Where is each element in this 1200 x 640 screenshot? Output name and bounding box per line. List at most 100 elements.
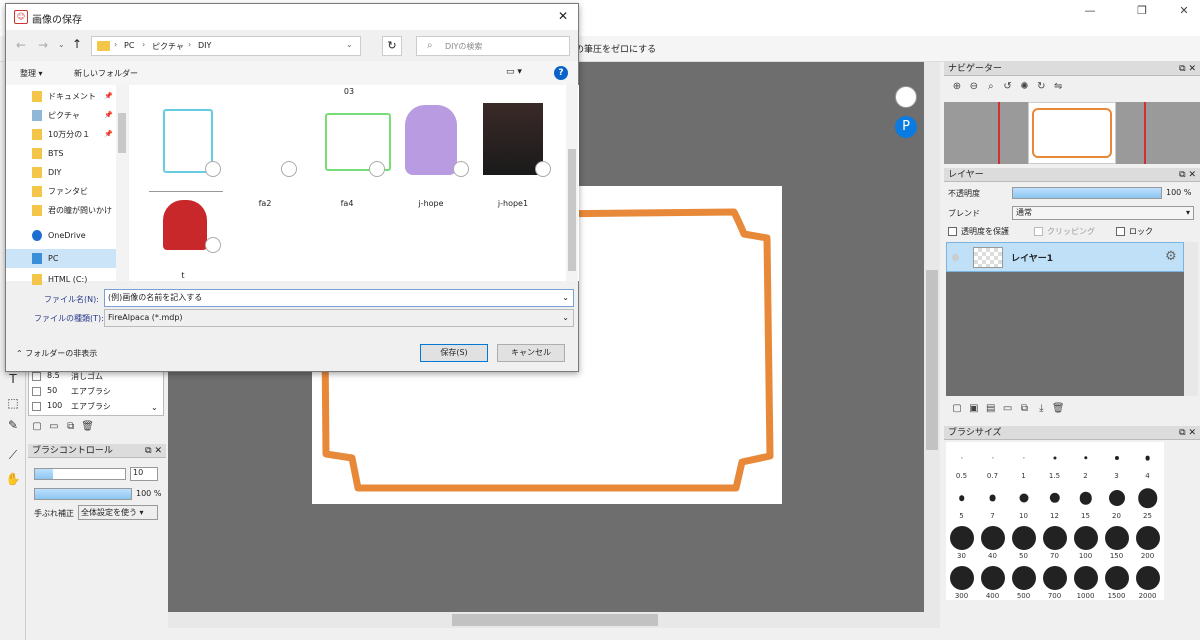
- up-icon[interactable]: ↑: [72, 37, 82, 51]
- brush-size-cell[interactable]: 400: [977, 562, 1008, 601]
- zoom-out-icon[interactable]: ⊖: [967, 80, 981, 94]
- chevron-down-icon[interactable]: ⌄: [346, 40, 353, 49]
- brush-size-cell[interactable]: 150: [1101, 522, 1132, 561]
- brush-size-cell[interactable]: 25: [1132, 482, 1163, 521]
- brush-list-item[interactable]: 100 エアブラシ: [29, 400, 149, 414]
- lock-checkbox[interactable]: [1116, 227, 1125, 236]
- brush-size-cell[interactable]: 3: [1101, 442, 1132, 481]
- brush-size-cell[interactable]: 0.7: [977, 442, 1008, 481]
- duplicate-layer-icon[interactable]: ⧉: [1018, 402, 1032, 416]
- brush-size-cell[interactable]: 1500: [1101, 562, 1132, 601]
- brush-size-cell[interactable]: 2000: [1132, 562, 1163, 601]
- refresh-icon[interactable]: ↻: [382, 36, 402, 56]
- protect-alpha-checkbox[interactable]: [948, 227, 957, 236]
- file-item[interactable]: fa1: [143, 103, 223, 208]
- forward-icon[interactable]: →: [38, 38, 48, 52]
- brush-size-cell[interactable]: 70: [1039, 522, 1070, 561]
- sidebar-item[interactable]: HTML (C:): [6, 270, 116, 289]
- zoom-in-icon[interactable]: ⊕: [950, 80, 964, 94]
- flip-icon[interactable]: ⇋: [1051, 80, 1065, 94]
- brush-size-cell[interactable]: 10: [1008, 482, 1039, 521]
- brush-size-cell[interactable]: 7: [977, 482, 1008, 521]
- brush-list-item[interactable]: 50 エアブラシ: [29, 385, 149, 399]
- text-tool-icon[interactable]: T: [5, 372, 21, 388]
- sidebar-item[interactable]: ファンタビ: [6, 182, 116, 201]
- visibility-icon[interactable]: [952, 254, 959, 261]
- rotate-reset-icon[interactable]: ✺: [1018, 80, 1032, 94]
- search-input[interactable]: ⌕ DIYの検索: [416, 36, 570, 56]
- stabilizer-select[interactable]: 全体設定を使う ▾: [78, 505, 158, 520]
- layer-opacity-slider[interactable]: [1012, 187, 1162, 199]
- organize-button[interactable]: 整理 ▾: [20, 68, 43, 79]
- help-icon[interactable]: ?: [554, 66, 568, 80]
- breadcrumb-item[interactable]: DIY: [198, 41, 211, 50]
- brush-size-cell[interactable]: 0.5: [946, 442, 977, 481]
- eyedropper-icon[interactable]: ✎: [5, 418, 21, 434]
- zoom-fit-icon[interactable]: ⌕: [984, 80, 998, 94]
- sidebar-item[interactable]: ドキュメント 📌: [6, 87, 116, 106]
- sidebar-item[interactable]: OneDrive: [6, 226, 116, 245]
- brush-size-cell[interactable]: 2: [1070, 442, 1101, 481]
- new-8bit-layer-icon[interactable]: ▣: [967, 402, 981, 416]
- hide-folders-button[interactable]: ⌃ フォルダーの非表示: [16, 348, 97, 359]
- brush-size-cell[interactable]: 500: [1008, 562, 1039, 601]
- brush-opacity-slider[interactable]: [34, 488, 132, 500]
- filetype-select[interactable]: FireAlpaca (*.mdp) ⌄: [104, 309, 574, 327]
- chevron-down-icon[interactable]: ⌄: [151, 403, 158, 412]
- blend-select[interactable]: 通常 ▾: [1012, 206, 1194, 220]
- alpaca-avatar-icon[interactable]: [895, 86, 917, 108]
- brush-size-cell[interactable]: 4: [1132, 442, 1163, 481]
- chevron-down-icon[interactable]: ⌄: [58, 40, 65, 49]
- file-item[interactable]: t: [143, 189, 223, 289]
- trash-icon[interactable]: 🗑: [1051, 402, 1065, 416]
- brush-size-cell[interactable]: 15: [1070, 482, 1101, 521]
- horizontal-scroll-thumb[interactable]: [452, 614, 658, 626]
- new-folder-button[interactable]: 新しいフォルダー: [74, 68, 138, 79]
- sidebar-item[interactable]: 君の瞳が問いかけ: [6, 201, 116, 220]
- maximize-icon[interactable]: ❐: [1134, 4, 1150, 20]
- file-item[interactable]: fa2: [225, 103, 305, 208]
- navigator-preview[interactable]: [944, 102, 1200, 164]
- brush-size-cell[interactable]: 20: [1101, 482, 1132, 521]
- brush-size-cell[interactable]: 1.5: [1039, 442, 1070, 481]
- sidebar-item[interactable]: DIY: [6, 163, 116, 182]
- breadcrumb-item[interactable]: ピクチャ: [152, 41, 184, 52]
- brush-size-cell[interactable]: 30: [946, 522, 977, 561]
- folder-icon[interactable]: ▭: [1001, 402, 1015, 416]
- brush-size-cell[interactable]: 1000: [1070, 562, 1101, 601]
- pressure-option-label[interactable]: 端の筆圧をゼロにする: [566, 42, 656, 55]
- view-options-icon[interactable]: ▭ ▾: [506, 67, 522, 77]
- brush-size-cell[interactable]: 5: [946, 482, 977, 521]
- layer-row[interactable]: レイヤー1 ⚙: [946, 242, 1184, 272]
- brush-size-cell[interactable]: 12: [1039, 482, 1070, 521]
- brush-size-cell[interactable]: 700: [1039, 562, 1070, 601]
- new-1bit-layer-icon[interactable]: ▤: [984, 402, 998, 416]
- brush-size-cell[interactable]: 100: [1070, 522, 1101, 561]
- layer-scrollbar[interactable]: [1184, 242, 1198, 396]
- brush-size-cell[interactable]: 50: [1008, 522, 1039, 561]
- nav-scrollbar[interactable]: [116, 85, 128, 281]
- filename-input[interactable]: (例)画像の名前を記入する ⌄: [104, 289, 574, 307]
- clipping-checkbox[interactable]: [1034, 227, 1043, 236]
- gear-icon[interactable]: ⚙: [1165, 249, 1177, 264]
- file-item[interactable]: j-hope: [391, 103, 471, 208]
- vertical-scroll-thumb[interactable]: [926, 270, 938, 450]
- minimize-icon[interactable]: —: [1082, 4, 1098, 20]
- folder-icon[interactable]: ▭: [47, 420, 61, 434]
- sidebar-item[interactable]: PC: [6, 249, 116, 268]
- brush-size-cell[interactable]: 200: [1132, 522, 1163, 561]
- new-brush-icon[interactable]: ▢: [30, 420, 44, 434]
- brush-size-cell[interactable]: 300: [946, 562, 977, 601]
- close-icon[interactable]: ✕: [558, 9, 568, 23]
- close-icon[interactable]: ✕: [1176, 4, 1192, 20]
- cancel-button[interactable]: キャンセル: [497, 344, 565, 362]
- back-icon[interactable]: ←: [16, 38, 26, 52]
- brush-size-cell[interactable]: 1: [1008, 442, 1039, 481]
- file-item[interactable]: j-hope1: [473, 103, 553, 208]
- hand-tool-icon[interactable]: ✋: [5, 472, 21, 488]
- sidebar-item[interactable]: BTS: [6, 144, 116, 163]
- brush-size-input[interactable]: 10: [130, 467, 158, 481]
- breadcrumb-item[interactable]: PC: [124, 41, 134, 50]
- sidebar-item[interactable]: 10万分の１ 📌: [6, 125, 116, 144]
- merge-layer-icon[interactable]: ⤓: [1034, 402, 1048, 416]
